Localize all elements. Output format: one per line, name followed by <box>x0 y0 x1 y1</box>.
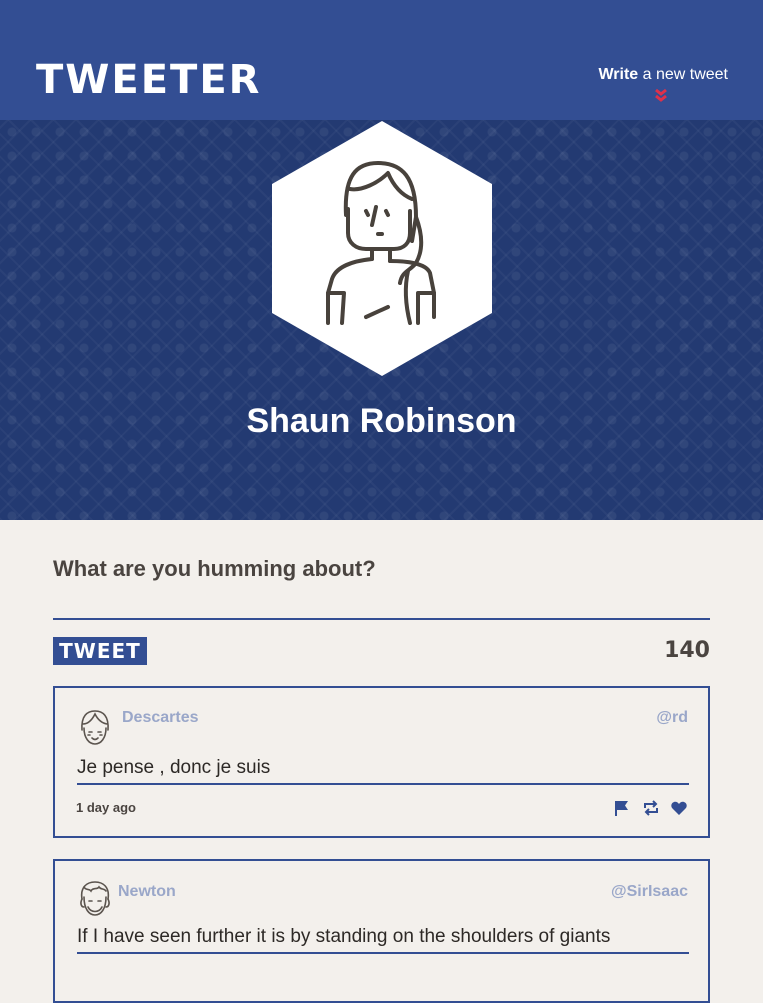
tweet-actions <box>607 799 688 817</box>
character-counter: 140 <box>664 638 710 663</box>
tweet-author-name[interactable]: Newton <box>118 883 176 901</box>
logo[interactable]: TWEETER <box>36 58 261 102</box>
tweet-author-handle[interactable]: @SirIsaac <box>611 883 688 901</box>
tweet-text: If I have seen further it is by standing… <box>77 926 689 954</box>
user-avatar <box>80 881 110 916</box>
heart-icon[interactable] <box>670 799 688 817</box>
tweet-card: Descartes @rd Je pense , donc je suis 1 … <box>53 686 710 838</box>
profile-avatar <box>272 121 492 376</box>
tweet-text: Je pense , donc je suis <box>77 757 689 785</box>
compose-prompt[interactable]: What are you humming about? <box>53 556 376 582</box>
navbar: TWEETER Write a new tweet <box>0 0 763 120</box>
flag-icon[interactable] <box>613 799 631 817</box>
retweet-icon[interactable] <box>642 799 660 817</box>
compose-label-bold: Write <box>598 66 639 83</box>
profile-name: Shaun Robinson <box>246 402 517 440</box>
tweet-button[interactable]: TWEET <box>53 637 147 665</box>
tweet-timestamp: 1 day ago <box>76 800 136 815</box>
tweet-author-name[interactable]: Descartes <box>122 709 199 727</box>
compose-toggle[interactable]: Write a new tweet <box>598 66 728 84</box>
compose-textarea-underline[interactable] <box>53 618 710 620</box>
compose-label-rest: a new tweet <box>638 66 728 83</box>
user-avatar <box>81 710 109 745</box>
chevron-double-down-icon[interactable] <box>652 88 670 104</box>
tweet-author-handle[interactable]: @rd <box>656 709 688 727</box>
tweet-card: Newton @SirIsaac If I have seen further … <box>53 859 710 1003</box>
